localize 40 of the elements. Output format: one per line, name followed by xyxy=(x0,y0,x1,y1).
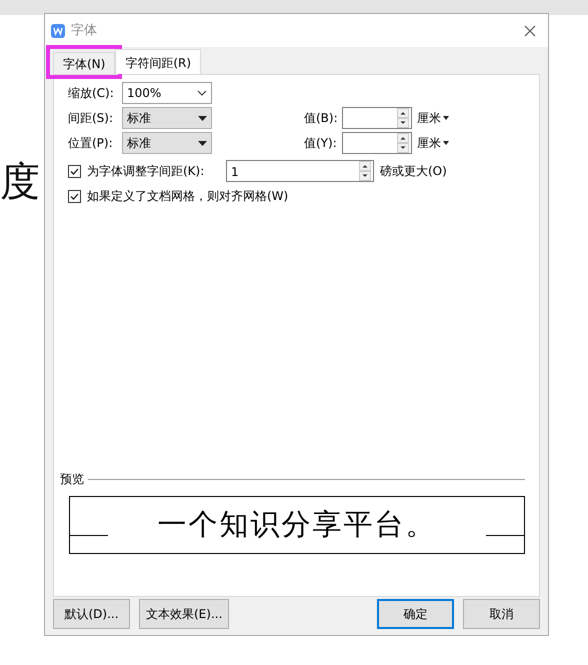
checkbox[interactable] xyxy=(68,190,81,202)
checkbox[interactable] xyxy=(68,164,81,178)
field-label: 间距(S): xyxy=(68,110,114,127)
spin-down-icon[interactable] xyxy=(359,171,371,181)
section-label: 预览 xyxy=(60,471,84,488)
field-label: 值(B): xyxy=(304,110,339,127)
tab[interactable]: 字符间距(R) xyxy=(115,49,202,74)
app-icon xyxy=(51,24,65,38)
spin-down-icon[interactable] xyxy=(397,118,409,128)
spin-up-icon[interactable] xyxy=(359,161,371,171)
spin-field[interactable] xyxy=(342,107,412,129)
dropdown[interactable]: 标准 xyxy=(122,107,212,129)
document-text: 度 xyxy=(0,158,40,207)
field-suffix: 磅或更大(O) xyxy=(380,163,447,180)
field-label: 缩放(C): xyxy=(68,85,115,102)
close-icon[interactable] xyxy=(524,24,536,36)
field-label: 值(Y): xyxy=(304,135,338,152)
caret-icon xyxy=(443,116,449,120)
checkbox-label: 如果定义了文档网格，则对齐网格(W) xyxy=(87,188,288,205)
checkbox-label: 为字体调整字间距(K): xyxy=(87,163,206,180)
dialog-button[interactable]: 默认(D)... xyxy=(53,599,130,629)
spin-down-icon[interactable] xyxy=(397,143,409,153)
dropdown[interactable]: 标准 xyxy=(122,132,212,154)
caret-icon xyxy=(443,141,449,145)
dialog-button[interactable]: 确定 xyxy=(377,599,454,629)
window-title: 字体 xyxy=(71,22,97,40)
spin-up-icon[interactable] xyxy=(397,108,409,118)
chevron-icon xyxy=(197,90,207,96)
spin-up-icon[interactable] xyxy=(397,133,409,143)
unit-dropdown[interactable]: 厘米 xyxy=(417,109,449,127)
spin-field[interactable]: 1 xyxy=(226,160,374,182)
dialog-button[interactable]: 文本效果(E)... xyxy=(139,599,230,629)
dialog-button[interactable]: 取消 xyxy=(463,599,540,629)
caret-icon xyxy=(198,116,207,120)
spin-field[interactable] xyxy=(342,132,412,154)
unit-dropdown[interactable]: 厘米 xyxy=(417,134,449,152)
field-label: 位置(P): xyxy=(68,135,114,152)
scale-dropdown[interactable]: 100% xyxy=(122,82,212,104)
caret-icon xyxy=(198,140,207,146)
tab[interactable]: 字体(N) xyxy=(53,52,116,74)
